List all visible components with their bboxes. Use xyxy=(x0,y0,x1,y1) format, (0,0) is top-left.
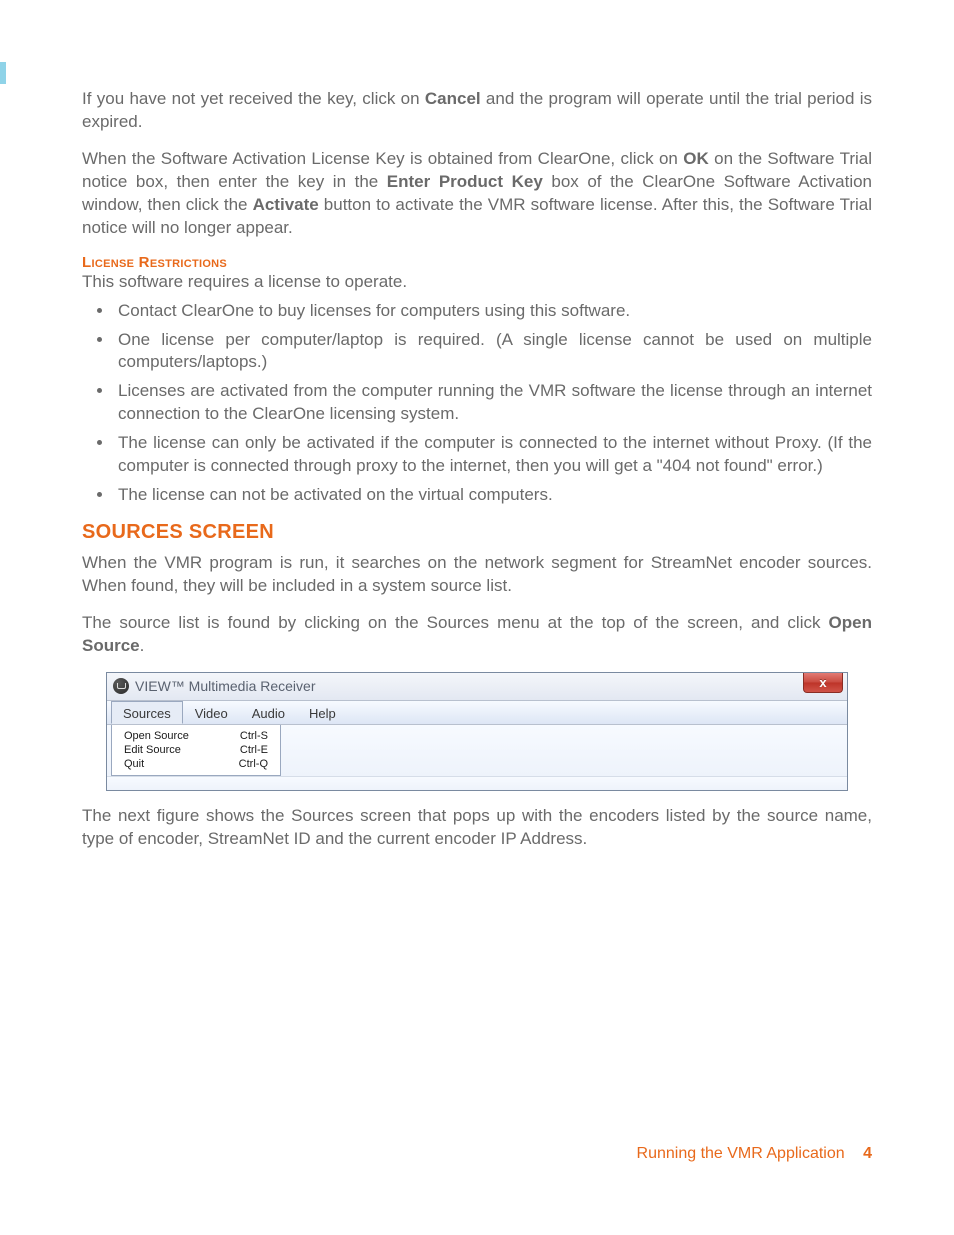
paragraph-sources-1: When the VMR program is run, it searches… xyxy=(82,552,872,598)
menu-sources[interactable]: Sources xyxy=(111,701,183,724)
menu-video[interactable]: Video xyxy=(183,701,240,724)
menu-item-quit[interactable]: Quit Ctrl-Q xyxy=(112,757,280,771)
menu-help[interactable]: Help xyxy=(297,701,348,724)
list-item: The license can only be activated if the… xyxy=(114,432,872,478)
list-item: The license can not be activated on the … xyxy=(114,484,872,507)
list-item: Contact ClearOne to buy licenses for com… xyxy=(114,300,872,323)
text: The source list is found by clicking on … xyxy=(82,613,829,632)
text: If you have not yet received the key, cl… xyxy=(82,89,425,108)
text: . xyxy=(140,636,145,655)
menu-bar: Sources Video Audio Help xyxy=(107,701,847,725)
page-footer: Running the VMR Application 4 xyxy=(637,1145,872,1163)
paragraph-cancel: If you have not yet received the key, cl… xyxy=(82,88,872,134)
menu-item-open-source[interactable]: Open Source Ctrl-S xyxy=(112,729,280,743)
heading-sources-screen: Sources Screen xyxy=(82,521,872,544)
close-button[interactable]: x xyxy=(803,673,843,693)
close-icon: x xyxy=(819,675,826,690)
text: When the Software Activation License Key… xyxy=(82,149,683,168)
sources-dropdown: Open Source Ctrl-S Edit Source Ctrl-E Qu… xyxy=(111,725,281,776)
document-page: If you have not yet received the key, cl… xyxy=(0,0,954,851)
paragraph-license-req: This software requires a license to oper… xyxy=(82,271,872,294)
paragraph-sources-2: The source list is found by clicking on … xyxy=(82,612,872,658)
license-bullet-list: Contact ClearOne to buy licenses for com… xyxy=(82,300,872,508)
menu-item-label: Quit xyxy=(124,758,144,770)
page-edge-tab xyxy=(0,62,6,84)
bold-enter-key: Enter Product Key xyxy=(387,172,543,191)
app-icon xyxy=(113,678,129,694)
paragraph-next-figure: The next figure shows the Sources screen… xyxy=(82,805,872,851)
list-item: Licenses are activated from the computer… xyxy=(114,380,872,426)
vmr-window: VIEW™ Multimedia Receiver x Sources Vide… xyxy=(106,672,848,791)
paragraph-activation: When the Software Activation License Key… xyxy=(82,148,872,240)
window-titlebar[interactable]: VIEW™ Multimedia Receiver x xyxy=(107,673,847,701)
list-item: One license per computer/laptop is requi… xyxy=(114,329,872,375)
menu-audio[interactable]: Audio xyxy=(240,701,297,724)
menu-item-label: Edit Source xyxy=(124,744,181,756)
bold-cancel: Cancel xyxy=(425,89,481,108)
subheading-license-restrictions: License Restrictions xyxy=(82,254,872,271)
footer-page-number: 4 xyxy=(863,1145,872,1162)
window-lower-strip xyxy=(107,776,847,790)
bold-ok: OK xyxy=(683,149,709,168)
menu-item-shortcut: Ctrl-S xyxy=(240,730,268,742)
window-title: VIEW™ Multimedia Receiver xyxy=(135,678,316,694)
bold-activate: Activate xyxy=(253,195,319,214)
window-client-area: Open Source Ctrl-S Edit Source Ctrl-E Qu… xyxy=(107,725,847,776)
footer-section: Running the VMR Application xyxy=(637,1145,845,1162)
menu-item-shortcut: Ctrl-E xyxy=(240,744,268,756)
menu-item-shortcut: Ctrl-Q xyxy=(239,758,268,770)
menu-item-label: Open Source xyxy=(124,730,189,742)
menu-item-edit-source[interactable]: Edit Source Ctrl-E xyxy=(112,743,280,757)
